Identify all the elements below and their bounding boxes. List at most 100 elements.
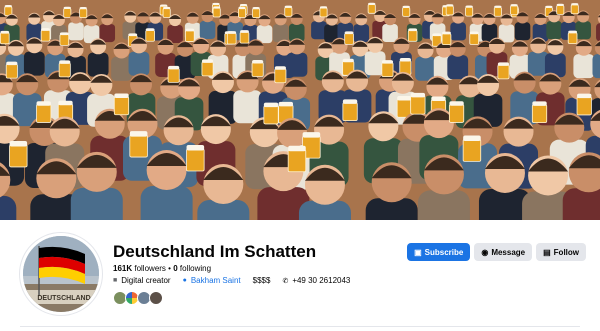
beer-foam xyxy=(36,101,51,106)
beer-foam xyxy=(368,2,376,5)
beer-mug xyxy=(145,29,155,42)
message-label: Message xyxy=(491,247,526,257)
subscribe-label: Subscribe xyxy=(424,247,464,257)
following-label: following xyxy=(179,264,212,273)
crowd-person-body xyxy=(575,21,591,40)
beer-mug xyxy=(381,62,394,78)
beer-foam xyxy=(227,31,237,34)
beer-mug xyxy=(63,8,72,18)
beer-foam xyxy=(212,2,220,6)
beer-foam xyxy=(168,65,180,70)
beer-mug xyxy=(402,6,411,17)
beer-foam xyxy=(284,5,292,8)
beer-mug xyxy=(36,104,52,123)
beer-mug xyxy=(226,32,237,45)
beer-mug xyxy=(448,104,465,123)
beer-foam xyxy=(342,58,354,63)
crowd-person-body xyxy=(70,187,123,220)
beer-foam xyxy=(381,60,394,64)
beer-mug xyxy=(567,32,578,45)
beer-foam xyxy=(442,31,451,35)
followers-count[interactable]: 161K xyxy=(113,264,132,273)
beer-foam xyxy=(129,131,148,137)
beer-foam xyxy=(410,92,426,98)
messenger-icon: ◉ xyxy=(481,247,489,257)
beer-mug xyxy=(185,30,195,42)
beer-foam xyxy=(408,28,418,32)
crowd-person-body xyxy=(562,188,600,220)
avatar-sign-text: DEUTSCHLAND xyxy=(37,295,90,302)
crowd-person-body xyxy=(23,51,45,76)
beer-foam xyxy=(399,58,411,62)
message-button[interactable]: ◉ Message xyxy=(474,243,533,261)
beer-foam xyxy=(568,30,578,34)
beer-foam xyxy=(571,3,579,6)
beer-foam xyxy=(432,33,442,37)
beer-foam xyxy=(201,59,214,63)
follower-avatars[interactable] xyxy=(113,291,163,305)
beer-foam xyxy=(449,101,464,106)
beer-mug xyxy=(342,102,358,122)
crowd-person-body xyxy=(199,21,216,40)
beer-mug xyxy=(129,134,148,158)
followers-label: followers xyxy=(134,264,166,273)
beer-foam xyxy=(319,6,328,9)
beer-mug xyxy=(238,8,247,18)
beer-mug xyxy=(251,62,264,77)
page-title: Deutschland Im Schatten xyxy=(113,242,317,261)
crowd-person-body xyxy=(87,52,109,77)
beer-foam xyxy=(463,135,481,141)
beer-mug xyxy=(462,139,482,162)
beer-foam xyxy=(431,96,446,102)
cover-photo[interactable] xyxy=(0,0,600,220)
beer-foam xyxy=(397,96,412,101)
crowd-person-body xyxy=(272,24,289,43)
beer-foam xyxy=(532,101,547,106)
beer-mug xyxy=(445,5,454,16)
beer-mug xyxy=(79,8,88,19)
following-count[interactable]: 0 xyxy=(173,264,177,273)
crowd-person-body xyxy=(514,22,531,41)
beer-foam xyxy=(128,33,138,37)
crowd-person-body xyxy=(417,190,470,220)
beer-foam xyxy=(446,4,454,7)
beer-mug xyxy=(407,29,418,42)
beer-mug xyxy=(162,8,171,18)
follow-button[interactable]: ▤ Follow xyxy=(536,243,586,261)
beer-foam xyxy=(160,4,168,7)
beer-foam xyxy=(545,5,553,8)
beer-foam xyxy=(59,32,69,36)
crowd-person-body xyxy=(546,21,562,40)
subscribe-button[interactable]: ▣ Subscribe xyxy=(407,243,471,261)
beer-foam xyxy=(58,100,73,106)
beer-foam xyxy=(9,140,28,147)
beer-foam xyxy=(239,3,248,7)
beer-foam xyxy=(6,61,18,66)
beer-mug xyxy=(510,5,519,16)
avatar[interactable]: DEUTSCHLAND xyxy=(20,233,102,315)
beer-mug xyxy=(0,32,10,45)
beer-foam xyxy=(556,3,564,7)
beer-foam xyxy=(510,4,518,7)
beer-foam xyxy=(163,6,171,10)
beer-foam xyxy=(186,145,205,151)
beer-mug xyxy=(465,6,474,17)
beer-foam xyxy=(240,30,249,33)
linked-page-link[interactable]: Bakham Saint xyxy=(191,276,241,285)
follow-label: Follow xyxy=(553,247,579,257)
briefcase-icon: ■ xyxy=(113,277,118,284)
section-divider xyxy=(20,326,580,327)
follower-avatar[interactable] xyxy=(149,291,163,305)
beer-foam xyxy=(494,5,502,8)
category-label: Digital creator xyxy=(121,276,171,285)
beer-foam xyxy=(79,7,87,10)
beer-mug xyxy=(113,96,130,116)
beer-mug xyxy=(239,31,250,44)
beer-foam xyxy=(252,59,264,64)
beer-foam xyxy=(274,66,286,70)
subscribe-icon: ▣ xyxy=(414,247,422,257)
phone-number[interactable]: +49 30 2612043 xyxy=(292,276,350,285)
price-range: $$$$ xyxy=(252,276,271,285)
beer-mug xyxy=(493,6,502,17)
crowd-person-body xyxy=(233,90,262,124)
